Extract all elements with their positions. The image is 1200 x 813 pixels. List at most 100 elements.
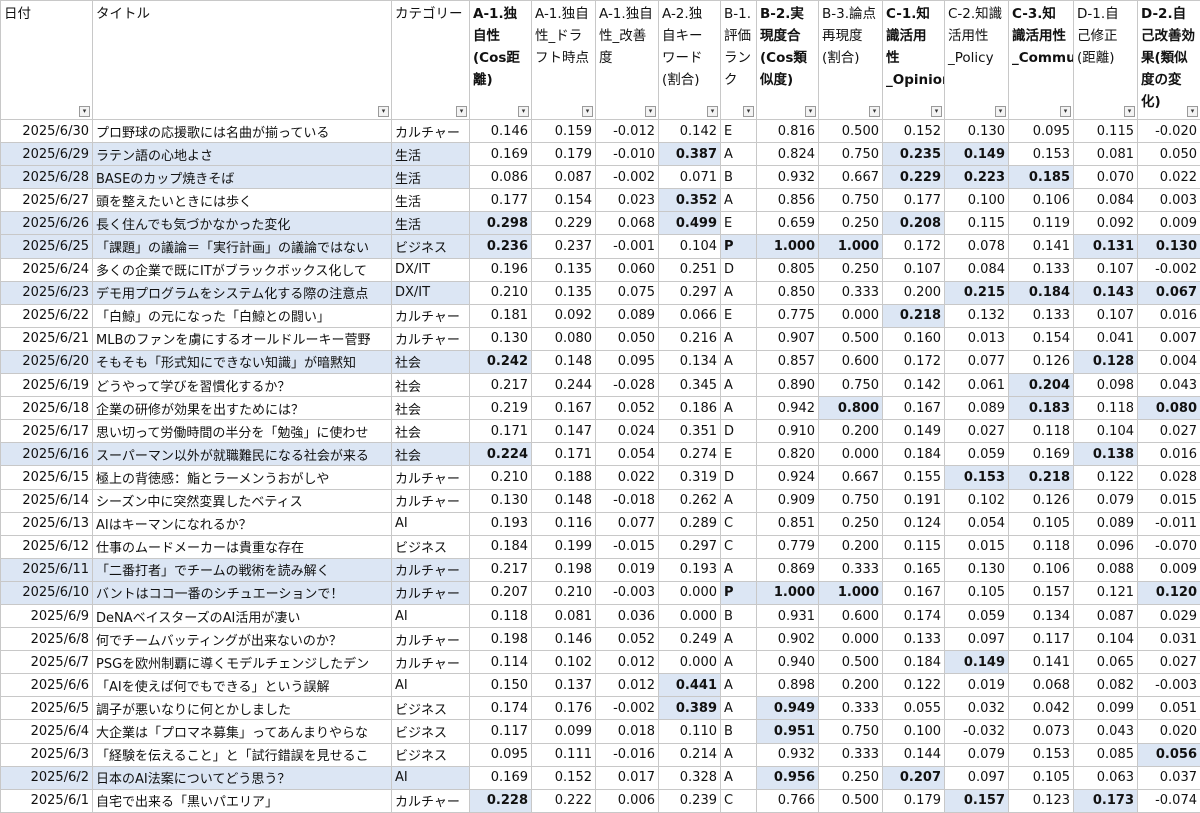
table-cell[interactable]: 0.297 (659, 535, 721, 558)
table-cell[interactable]: 0.100 (945, 189, 1009, 212)
table-cell[interactable]: 0.099 (1074, 697, 1138, 720)
table-cell[interactable]: 0.169 (470, 766, 532, 789)
table-cell[interactable]: 0.750 (819, 720, 883, 743)
table-cell[interactable]: 0.118 (1009, 420, 1074, 443)
table-cell[interactable]: 0.089 (596, 304, 659, 327)
table-cell[interactable]: 0.298 (470, 212, 532, 235)
table-cell[interactable]: 0.105 (1009, 766, 1074, 789)
table-cell[interactable]: 0.073 (1009, 720, 1074, 743)
table-cell[interactable]: 0.042 (1009, 697, 1074, 720)
table-cell[interactable]: 0.148 (532, 489, 596, 512)
table-cell[interactable]: 0.251 (659, 258, 721, 281)
table-cell[interactable]: 2025/6/3 (1, 743, 93, 766)
table-cell[interactable]: 0.061 (945, 374, 1009, 397)
table-cell[interactable]: 0.154 (532, 189, 596, 212)
table-cell[interactable]: 0.079 (945, 743, 1009, 766)
table-cell[interactable]: 生活 (392, 143, 470, 166)
table-cell[interactable]: A (721, 397, 757, 420)
table-cell[interactable]: A (721, 374, 757, 397)
filter-dropdown-icon[interactable]: ▾ (79, 106, 90, 117)
table-cell[interactable]: 0.924 (757, 466, 819, 489)
table-cell[interactable]: 生活 (392, 166, 470, 189)
table-cell[interactable]: -0.010 (596, 143, 659, 166)
table-cell[interactable]: MLBのファンを虜にするオールドルーキー菅野 (93, 327, 392, 350)
table-cell[interactable]: 0.055 (883, 697, 945, 720)
table-cell[interactable]: 0.750 (819, 374, 883, 397)
table-cell[interactable]: 0.000 (659, 581, 721, 604)
table-cell[interactable]: 0.910 (757, 420, 819, 443)
table-cell[interactable]: 0.110 (659, 720, 721, 743)
table-cell[interactable]: 0.949 (757, 697, 819, 720)
table-cell[interactable]: 0.149 (883, 420, 945, 443)
table-cell[interactable]: 0.070 (1074, 166, 1138, 189)
table-cell[interactable]: 0.028 (1138, 466, 1200, 489)
table-cell[interactable]: 2025/6/5 (1, 697, 93, 720)
table-cell[interactable]: 0.087 (1074, 604, 1138, 627)
table-cell[interactable]: 0.229 (883, 166, 945, 189)
table-cell[interactable]: E (721, 120, 757, 143)
table-cell[interactable]: 0.171 (532, 443, 596, 466)
table-cell[interactable]: 2025/6/6 (1, 674, 93, 697)
table-cell[interactable]: 0.079 (1074, 489, 1138, 512)
table-cell[interactable]: DX/IT (392, 281, 470, 304)
table-cell[interactable]: 0.207 (470, 581, 532, 604)
table-cell[interactable]: 「経験を伝えること」と「試行錯誤を見せるこ (93, 743, 392, 766)
table-cell[interactable]: 0.167 (883, 397, 945, 420)
table-cell[interactable]: 0.105 (945, 581, 1009, 604)
table-cell[interactable]: 2025/6/1 (1, 789, 93, 812)
table-cell[interactable]: 0.077 (945, 350, 1009, 373)
table-cell[interactable]: 0.250 (819, 258, 883, 281)
table-cell[interactable]: 0.114 (470, 651, 532, 674)
table-cell[interactable]: 0.333 (819, 281, 883, 304)
table-cell[interactable]: 0.012 (596, 674, 659, 697)
table-cell[interactable]: カルチャー (392, 789, 470, 812)
table-cell[interactable]: 2025/6/18 (1, 397, 93, 420)
table-cell[interactable]: 0.352 (659, 189, 721, 212)
table-cell[interactable]: ビジネス (392, 697, 470, 720)
table-cell[interactable]: 0.289 (659, 512, 721, 535)
table-cell[interactable]: 0.333 (819, 743, 883, 766)
table-cell[interactable]: 2025/6/17 (1, 420, 93, 443)
table-cell[interactable]: 0.171 (470, 420, 532, 443)
table-cell[interactable]: デモ用プログラムをシステム化する際の注意点 (93, 281, 392, 304)
filter-dropdown-icon[interactable]: ▾ (743, 106, 754, 117)
table-cell[interactable]: A (721, 281, 757, 304)
table-cell[interactable]: 2025/6/27 (1, 189, 93, 212)
table-cell[interactable]: 0.500 (819, 651, 883, 674)
table-cell[interactable]: 0.219 (470, 397, 532, 420)
table-cell[interactable]: 2025/6/24 (1, 258, 93, 281)
table-cell[interactable]: B (721, 166, 757, 189)
table-cell[interactable]: 0.120 (1138, 581, 1200, 604)
table-cell[interactable]: 0.207 (883, 766, 945, 789)
table-cell[interactable]: 0.750 (819, 143, 883, 166)
table-cell[interactable]: 「二番打者」でチームの戦術を読み解く (93, 558, 392, 581)
table-cell[interactable]: 0.087 (532, 166, 596, 189)
table-cell[interactable]: 0.179 (883, 789, 945, 812)
table-cell[interactable]: A (721, 674, 757, 697)
table-cell[interactable]: 0.165 (883, 558, 945, 581)
table-cell[interactable]: 長く住んでも気づかなかった変化 (93, 212, 392, 235)
table-cell[interactable]: 0.196 (470, 258, 532, 281)
table-cell[interactable]: 0.932 (757, 743, 819, 766)
table-cell[interactable]: 0.200 (819, 420, 883, 443)
table-cell[interactable]: 0.146 (470, 120, 532, 143)
table-cell[interactable]: 0.000 (819, 304, 883, 327)
table-cell[interactable]: 0.200 (883, 281, 945, 304)
table-cell[interactable]: 0.077 (596, 512, 659, 535)
table-cell[interactable]: 0.217 (470, 374, 532, 397)
table-cell[interactable]: ビジネス (392, 720, 470, 743)
table-cell[interactable]: 0.942 (757, 397, 819, 420)
table-cell[interactable]: 0.123 (1009, 789, 1074, 812)
table-cell[interactable]: 0.084 (1074, 189, 1138, 212)
table-cell[interactable]: 0.078 (945, 235, 1009, 258)
table-cell[interactable]: 0.007 (1138, 327, 1200, 350)
table-cell[interactable]: B (721, 720, 757, 743)
table-cell[interactable]: 0.107 (883, 258, 945, 281)
table-cell[interactable]: 0.000 (659, 651, 721, 674)
table-cell[interactable]: 0.088 (1074, 558, 1138, 581)
table-cell[interactable]: 2025/6/30 (1, 120, 93, 143)
table-cell[interactable]: 0.086 (470, 166, 532, 189)
table-cell[interactable]: 0.009 (1138, 558, 1200, 581)
table-cell[interactable]: 0.157 (945, 789, 1009, 812)
table-cell[interactable]: -0.015 (596, 535, 659, 558)
